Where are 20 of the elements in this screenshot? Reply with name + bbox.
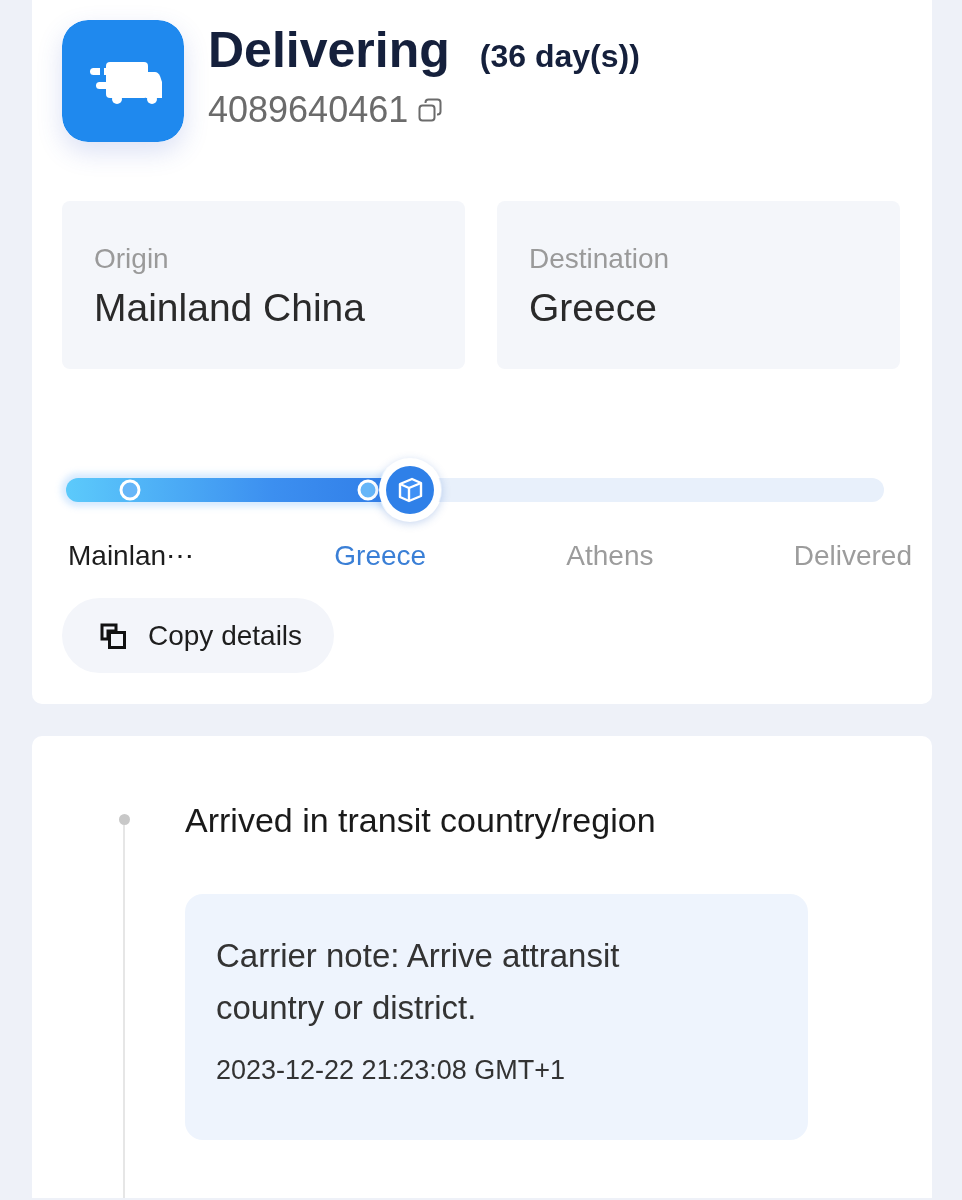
place-label: Destination: [529, 242, 671, 276]
status-title: Delivering: [208, 21, 450, 80]
event-title: Arrived in transit country/region: [185, 800, 657, 841]
step-label: Greece: [334, 539, 427, 573]
carrier-note: Carrier note: Arrive attransit country or district.: [216, 936, 621, 1028]
step-label: Athens: [566, 539, 654, 573]
step-label: Delivered: [793, 539, 912, 573]
step-label: Mainlan⋯: [68, 539, 195, 573]
place-label: Origin: [94, 242, 170, 276]
copy-details-button[interactable]: Copy details: [62, 598, 335, 673]
duration-text: (36 day(s)): [479, 37, 640, 76]
event-time: 2023-12-22 21:23:08 GMT+1: [216, 1054, 566, 1087]
copy-icon[interactable]: [418, 98, 443, 122]
truck-icon: [62, 20, 184, 142]
cube-icon: [377, 458, 442, 522]
tracking-number: 4089640461: [208, 88, 409, 132]
place-value: Mainland China: [94, 285, 366, 331]
place-value: Greece: [529, 285, 658, 331]
copy-icon: [100, 622, 126, 649]
timeline-dot-icon: [118, 814, 130, 825]
